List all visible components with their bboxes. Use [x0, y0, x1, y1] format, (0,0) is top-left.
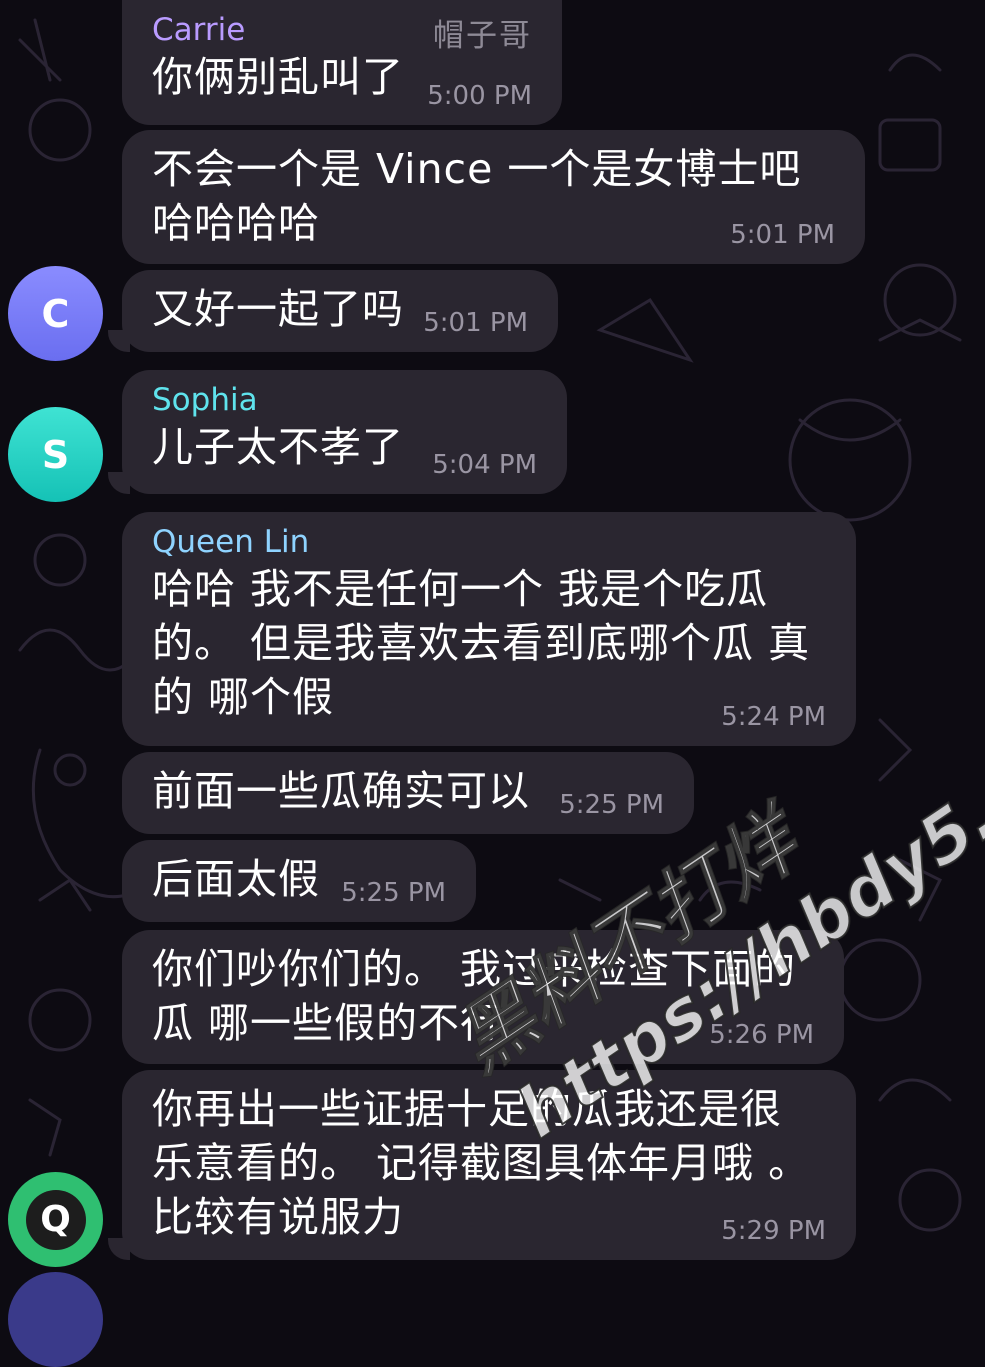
message-time: 5:26 PM: [709, 1020, 814, 1050]
message-bubble[interactable]: 你再出一些证据十足的瓜我还是很乐意看的。 记得截图具体年月哦 。比较有说服力 5…: [122, 1070, 856, 1260]
reply-label: 帽子哥: [433, 18, 532, 54]
sender-name[interactable]: Queen Lin: [152, 522, 826, 562]
message-time: 5:04 PM: [432, 450, 537, 480]
message-time: 5:29 PM: [721, 1216, 826, 1246]
bubble-tail: [108, 472, 130, 494]
message-bubble[interactable]: 又好一起了吗 5:01 PM: [122, 270, 558, 352]
message-bubble[interactable]: 后面太假 5:25 PM: [122, 840, 476, 922]
message-bubble[interactable]: 你们吵你们的。 我过来检查下面的瓜 哪一些假的不行 5:26 PM: [122, 930, 844, 1064]
message-time: 5:25 PM: [559, 790, 664, 820]
message-time: 5:01 PM: [730, 220, 835, 250]
avatar[interactable]: S: [8, 407, 103, 502]
avatar[interactable]: Q: [8, 1172, 103, 1267]
message-time: 5:01 PM: [423, 308, 528, 338]
sender-name[interactable]: Sophia: [152, 380, 537, 420]
avatar[interactable]: C: [8, 266, 103, 361]
avatar-q-icon: Q: [25, 1189, 86, 1250]
message-text: 哈哈 我不是任何一个 我是个吃瓜的。 但是我喜欢去看到底哪个瓜 真的 哪个假: [152, 565, 811, 721]
message-bubble[interactable]: Carrie 帽子哥 你俩别乱叫了 5:00 PM: [122, 0, 562, 125]
avatar[interactable]: [8, 1272, 103, 1367]
message-time: 5:24 PM: [721, 702, 826, 732]
message-bubble[interactable]: 不会一个是 Vince 一个是女博士吧哈哈哈哈 5:01 PM: [122, 130, 865, 264]
message-time: 5:25 PM: [341, 878, 446, 908]
bubble-tail: [108, 330, 130, 352]
message-time: 5:00 PM: [427, 81, 532, 111]
message-bubble[interactable]: Sophia 儿子太不孝了 5:04 PM: [122, 370, 567, 494]
message-bubble[interactable]: Queen Lin 哈哈 我不是任何一个 我是个吃瓜的。 但是我喜欢去看到底哪个…: [122, 512, 856, 746]
bubble-tail: [108, 1238, 130, 1260]
message-bubble[interactable]: 前面一些瓜确实可以 5:25 PM: [122, 752, 694, 834]
